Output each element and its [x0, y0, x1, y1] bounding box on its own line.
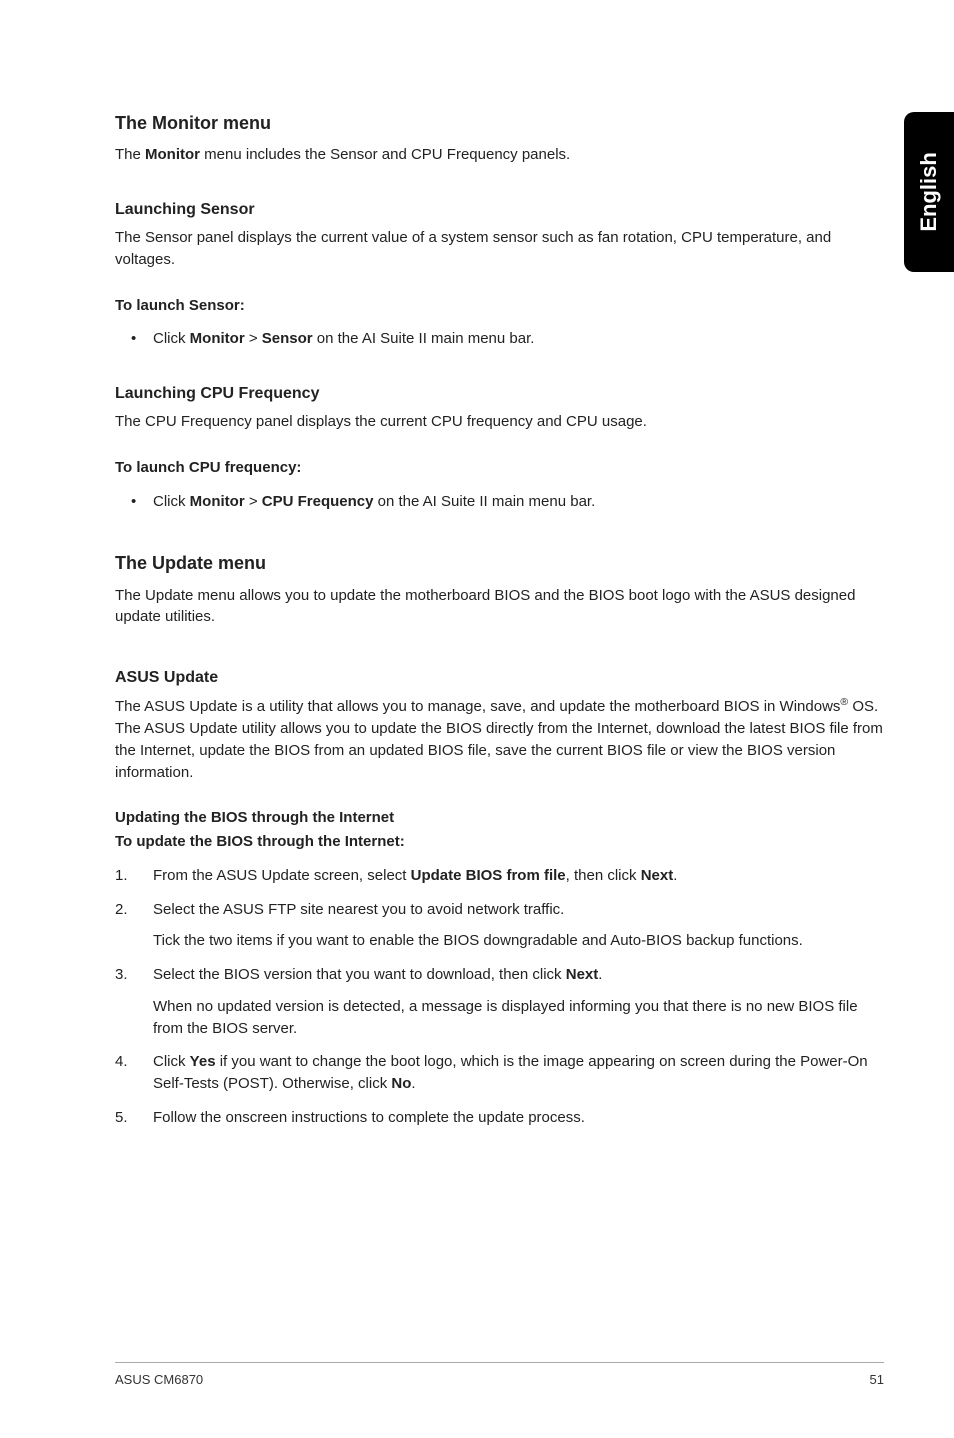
- text-bold: Monitor: [145, 146, 200, 163]
- language-tab: English: [904, 112, 954, 272]
- launching-cpu-title: Launching CPU Frequency: [115, 382, 884, 405]
- list-item: 3. Select the BIOS version that you want…: [153, 964, 884, 1039]
- launching-sensor-desc: The Sensor panel displays the current va…: [115, 227, 884, 271]
- text: Follow the onscreen instructions to comp…: [153, 1109, 585, 1126]
- list-item: 5. Follow the onscreen instructions to c…: [153, 1107, 884, 1129]
- monitor-menu-title: The Monitor menu: [115, 110, 884, 136]
- sensor-bullet-list: Click Monitor > Sensor on the AI Suite I…: [115, 328, 884, 350]
- text: Click: [153, 1053, 190, 1070]
- step-subtext: Tick the two items if you want to enable…: [153, 930, 884, 952]
- text-bold: Next: [566, 966, 599, 983]
- step-number: 1.: [115, 865, 128, 887]
- footer-page-number: 51: [870, 1371, 884, 1390]
- text: .: [598, 966, 602, 983]
- text-bold: No: [391, 1075, 411, 1092]
- launching-cpu-desc: The CPU Frequency panel displays the cur…: [115, 411, 884, 433]
- text-bold: CPU Frequency: [262, 493, 374, 510]
- text: , then click: [566, 867, 641, 884]
- text: if you want to change the boot logo, whi…: [153, 1053, 868, 1092]
- to-launch-sensor-label: To launch Sensor:: [115, 295, 884, 317]
- update-menu-title: The Update menu: [115, 550, 884, 576]
- list-item: 1. From the ASUS Update screen, select U…: [153, 865, 884, 887]
- text: From the ASUS Update screen, select: [153, 867, 411, 884]
- text: on the AI Suite II main menu bar.: [313, 330, 535, 347]
- step-subtext: When no updated version is detected, a m…: [153, 996, 884, 1040]
- text: The ASUS Update is a utility that allows…: [115, 698, 840, 715]
- step-number: 5.: [115, 1107, 128, 1129]
- step-number: 4.: [115, 1051, 128, 1073]
- update-menu-intro: The Update menu allows you to update the…: [115, 585, 884, 629]
- to-launch-cpu-label: To launch CPU frequency:: [115, 457, 884, 479]
- text: The: [115, 146, 145, 163]
- text-bold: Monitor: [190, 330, 245, 347]
- list-item: 4. Click Yes if you want to change the b…: [153, 1051, 884, 1095]
- text: Select the BIOS version that you want to…: [153, 966, 566, 983]
- text: Select the ASUS FTP site nearest you to …: [153, 901, 564, 918]
- text: on the AI Suite II main menu bar.: [373, 493, 595, 510]
- text: Click: [153, 330, 190, 347]
- to-update-bios-label: To update the BIOS through the Internet:: [115, 831, 884, 853]
- text-bold: Yes: [190, 1053, 216, 1070]
- text: >: [245, 493, 262, 510]
- list-item: 2. Select the ASUS FTP site nearest you …: [153, 899, 884, 953]
- text: menu includes the Sensor and CPU Frequen…: [200, 146, 570, 163]
- asus-update-desc: The ASUS Update is a utility that allows…: [115, 695, 884, 783]
- text-bold: Update BIOS from file: [411, 867, 566, 884]
- text: .: [411, 1075, 415, 1092]
- page-footer: ASUS CM6870 51: [115, 1362, 884, 1390]
- text: .: [673, 867, 677, 884]
- text: >: [245, 330, 262, 347]
- text-bold: Next: [641, 867, 674, 884]
- language-tab-label: English: [913, 152, 945, 231]
- registered-icon: ®: [840, 696, 848, 708]
- text: Click: [153, 493, 190, 510]
- step-number: 3.: [115, 964, 128, 986]
- launching-sensor-title: Launching Sensor: [115, 198, 884, 221]
- text-bold: Monitor: [190, 493, 245, 510]
- step-number: 2.: [115, 899, 128, 921]
- updating-bios-internet-title: Updating the BIOS through the Internet: [115, 807, 884, 829]
- list-item: Click Monitor > Sensor on the AI Suite I…: [153, 328, 884, 350]
- list-item: Click Monitor > CPU Frequency on the AI …: [153, 491, 884, 513]
- cpu-bullet-list: Click Monitor > CPU Frequency on the AI …: [115, 491, 884, 513]
- update-steps-list: 1. From the ASUS Update screen, select U…: [115, 865, 884, 1129]
- asus-update-title: ASUS Update: [115, 666, 884, 689]
- text-bold: Sensor: [262, 330, 313, 347]
- footer-left: ASUS CM6870: [115, 1371, 203, 1390]
- monitor-menu-intro: The Monitor menu includes the Sensor and…: [115, 144, 884, 166]
